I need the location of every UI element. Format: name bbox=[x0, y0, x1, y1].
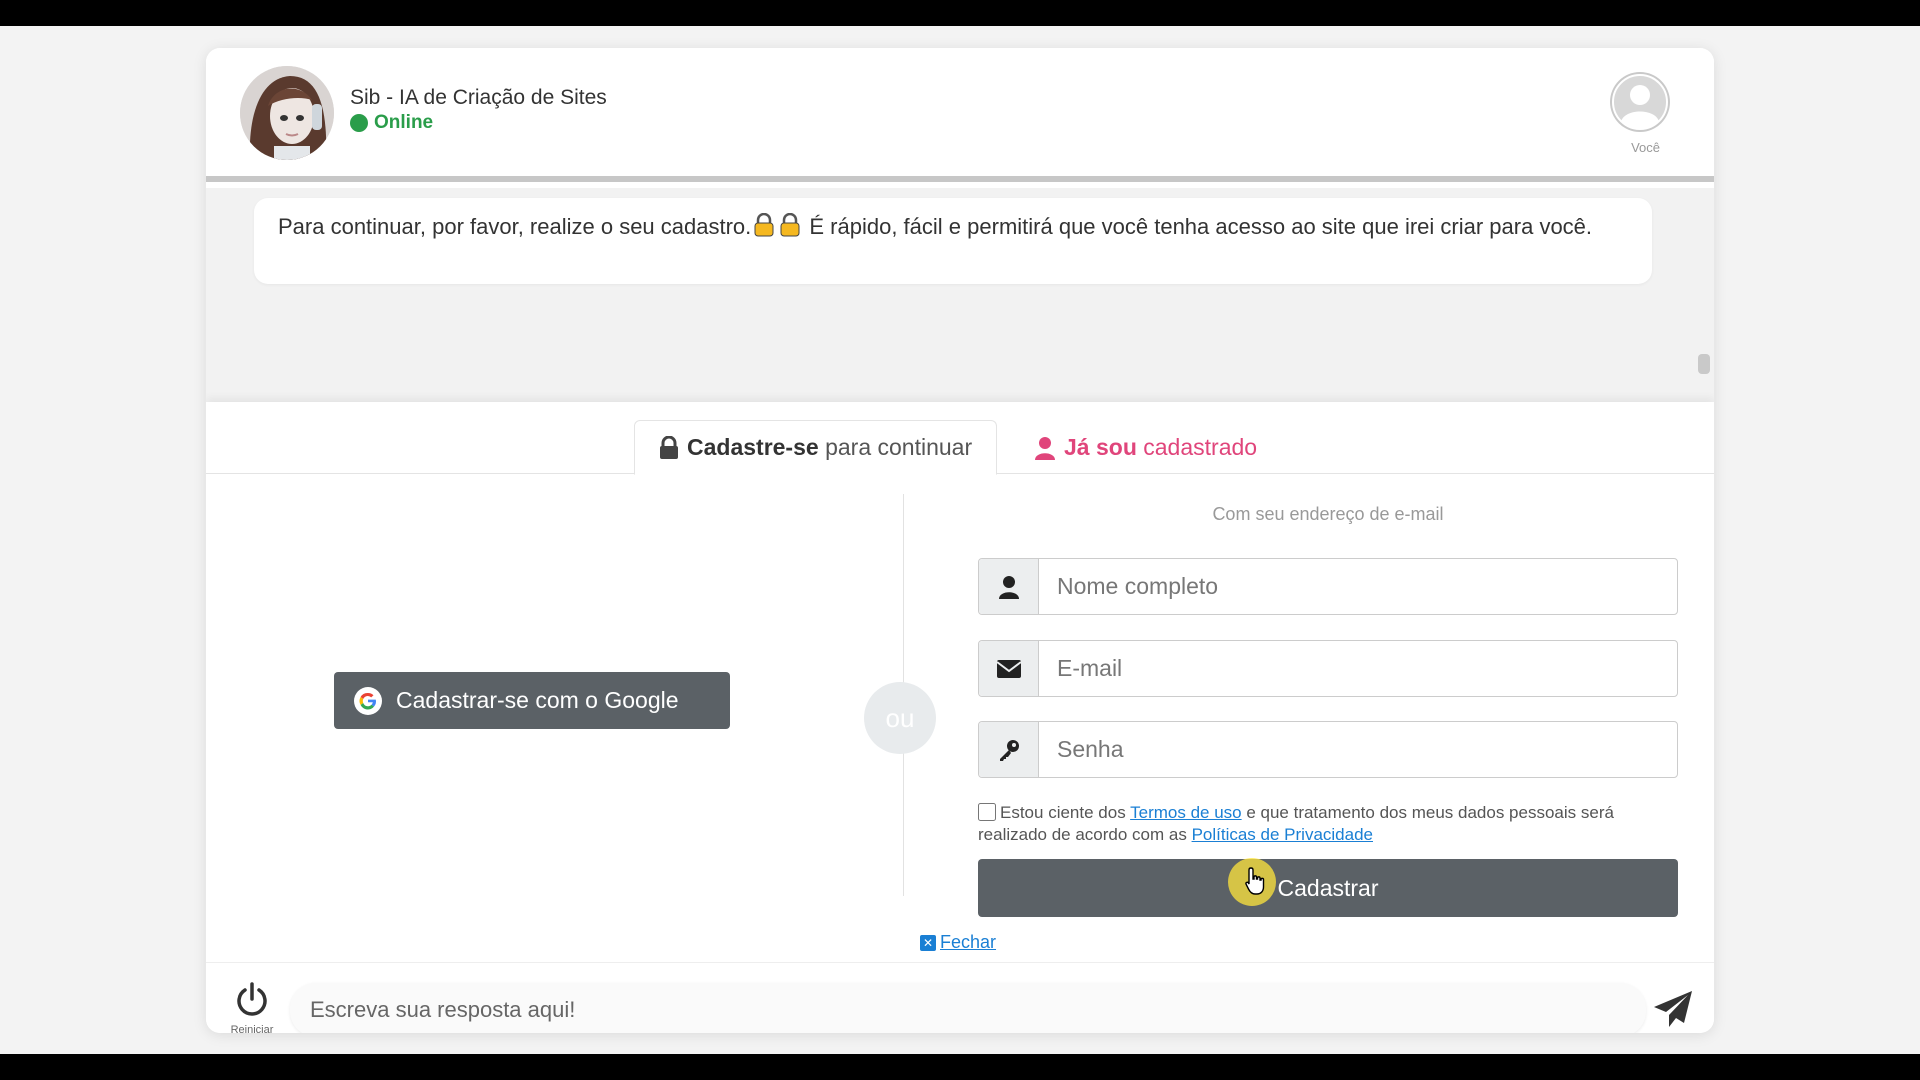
reply-input[interactable] bbox=[290, 983, 1646, 1033]
power-icon bbox=[237, 982, 267, 1016]
google-signup-button[interactable]: Cadastrar-se com o Google bbox=[334, 672, 730, 729]
close-label: Fechar bbox=[940, 932, 997, 952]
restart-label: Reiniciar bbox=[230, 1024, 274, 1033]
send-icon[interactable] bbox=[1652, 989, 1694, 1029]
close-link[interactable]: ✕ Fechar bbox=[920, 932, 996, 953]
terms-of-use-link[interactable]: Termos de uso bbox=[1130, 803, 1242, 822]
privacy-policy-link[interactable]: Políticas de Privacidade bbox=[1192, 825, 1373, 844]
lock-emoji-icon bbox=[754, 213, 774, 237]
chat-window: Sib - IA de Criação de Sites Online Você… bbox=[206, 48, 1714, 1033]
user-avatar-icon bbox=[1610, 72, 1670, 132]
tab-signup[interactable]: Cadastre-se para continuar bbox=[634, 420, 998, 475]
terms-checkbox[interactable] bbox=[978, 803, 996, 821]
terms-prefix: Estou ciente dos bbox=[1000, 803, 1131, 822]
close-icon: ✕ bbox=[920, 934, 936, 951]
online-status-label: Online bbox=[374, 112, 434, 133]
signup-panel: Cadastre-se para continuar Já sou cadast… bbox=[206, 402, 1714, 962]
tab-login[interactable]: Já sou cadastrado bbox=[1034, 420, 1257, 475]
email-field bbox=[978, 640, 1678, 697]
message-text-part1: Para continuar, por favor, realize o seu… bbox=[278, 214, 752, 239]
terms-agreement: Estou ciente dos Termos de uso e que tra… bbox=[978, 802, 1678, 846]
lock-icon bbox=[660, 435, 678, 459]
bot-avatar bbox=[240, 66, 334, 160]
bot-name: Sib - IA de Criação de Sites bbox=[350, 86, 607, 109]
tab-signup-rest: para continuar bbox=[818, 434, 973, 460]
screen: Sib - IA de Criação de Sites Online Você… bbox=[0, 26, 1920, 1054]
password-field bbox=[978, 721, 1678, 778]
bot-avatar-image bbox=[240, 66, 334, 160]
email-field-addon bbox=[979, 641, 1039, 696]
chat-messages: Para continuar, por favor, realize o seu… bbox=[206, 188, 1714, 402]
lock-emoji-icon bbox=[780, 213, 800, 237]
google-signup-label: Cadastrar-se com o Google bbox=[396, 687, 679, 713]
bot-message: Para continuar, por favor, realize o seu… bbox=[254, 198, 1652, 284]
tab-signup-bold: Cadastre-se bbox=[687, 434, 819, 460]
password-input[interactable] bbox=[1039, 722, 1677, 777]
user-icon bbox=[998, 575, 1019, 599]
tab-login-rest: cadastrado bbox=[1136, 434, 1258, 460]
name-field-addon bbox=[979, 559, 1039, 614]
chat-footer: Reiniciar bbox=[206, 962, 1714, 1033]
user-label: Você bbox=[1631, 140, 1660, 155]
message-text-part2: É rápido, fácil e permitirá que você ten… bbox=[803, 214, 1593, 239]
chat-scrollbar[interactable] bbox=[1698, 354, 1710, 374]
user-icon bbox=[1035, 436, 1055, 460]
name-field bbox=[978, 558, 1678, 615]
or-separator: ou bbox=[864, 682, 936, 754]
restart-button[interactable]: Reiniciar bbox=[224, 981, 280, 1033]
name-input[interactable] bbox=[1039, 559, 1677, 614]
email-signup-hint: Com seu endereço de e-mail bbox=[1212, 504, 1444, 524]
online-status: Online bbox=[350, 112, 433, 134]
hand-cursor-icon bbox=[1245, 867, 1265, 895]
tab-login-bold: Já sou bbox=[1064, 434, 1137, 460]
google-icon bbox=[354, 686, 382, 715]
social-signup: Cadastrar-se com o Google bbox=[206, 474, 904, 894]
password-field-addon bbox=[979, 722, 1039, 777]
envelope-icon bbox=[995, 659, 1022, 678]
key-icon bbox=[999, 739, 1019, 761]
signup-submit-button[interactable]: Cadastrar bbox=[978, 859, 1678, 917]
email-input[interactable] bbox=[1039, 641, 1677, 696]
chat-header: Sib - IA de Criação de Sites Online Você bbox=[206, 48, 1714, 182]
online-dot-icon bbox=[350, 114, 368, 132]
auth-tabs: Cadastre-se para continuar Já sou cadast… bbox=[206, 402, 1714, 475]
